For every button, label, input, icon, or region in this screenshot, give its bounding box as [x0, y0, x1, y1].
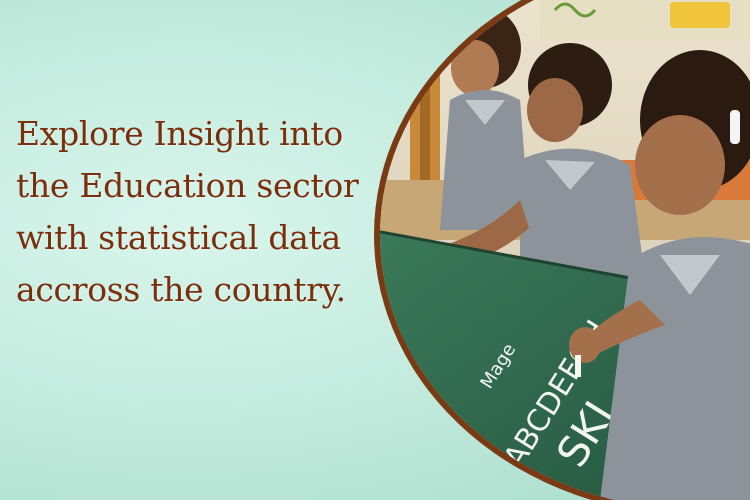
- child-1: [440, 8, 530, 230]
- headline-line-2: the Education sector: [16, 166, 359, 205]
- classroom-photo: ABCDEFGH SKL Mage: [370, 0, 750, 500]
- wall-poster: [670, 2, 730, 28]
- headline-line-3: with statistical data: [16, 218, 341, 257]
- headline: Explore Insight into the Education secto…: [16, 108, 376, 316]
- headline-line-1: Explore Insight into: [16, 114, 343, 153]
- headline-line-4: accross the country.: [16, 270, 346, 309]
- classroom-illustration: ABCDEFGH SKL Mage: [374, 0, 750, 500]
- hero-banner: Explore Insight into the Education secto…: [0, 0, 750, 500]
